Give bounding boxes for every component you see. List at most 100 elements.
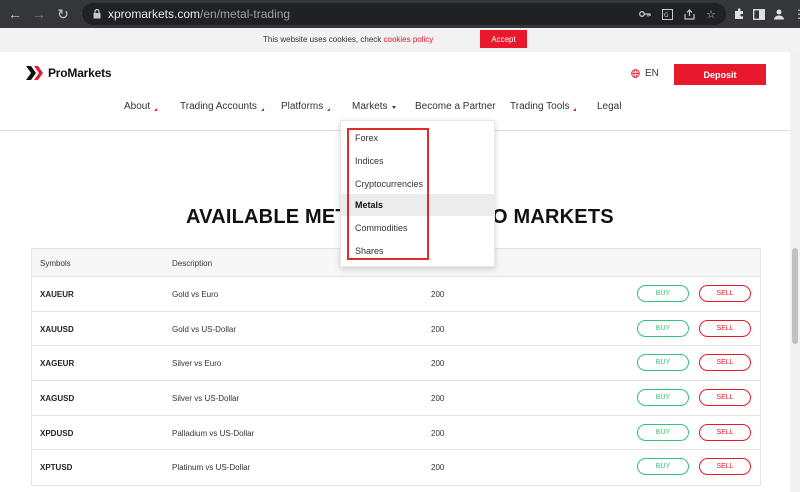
cookie-text: This website uses cookies, check cookies… [263,35,433,44]
leverage-cell: 200 [431,394,445,404]
nav-item-about[interactable]: About [124,101,158,112]
scrollbar-thumb[interactable] [792,248,798,344]
sell-button[interactable]: SELL [699,285,751,302]
translate-icon[interactable]: G [660,7,674,21]
symbol-cell: XAUEUR [40,290,74,299]
markets-dropdown-menu: Forex Indices Cryptocurrencies Metals Co… [340,120,495,267]
table-row: XPTUSD Platinum vs US-Dollar 200 BUY SELL [32,450,760,485]
menu-item-indices[interactable]: Indices [341,150,495,172]
accept-cookies-button[interactable]: Accept [480,30,527,48]
leverage-cell: 200 [431,359,445,369]
nav-item-trading-tools[interactable]: Trading Tools [510,101,577,112]
symbol-cell: XAGUSD [40,394,75,404]
column-header-description: Description [172,259,213,268]
nav-label: Trading Accounts [180,101,257,112]
menu-item-commodities[interactable]: Commodities [341,217,495,239]
forward-icon[interactable]: → [30,5,48,23]
globe-icon [631,69,640,78]
table-row: XAGEUR Silver vs Euro 200 BUY SELL [32,346,760,382]
description-cell: Platinum vs US-Dollar [172,463,251,473]
nav-item-become-a-partner[interactable]: Become a Partner [415,101,496,112]
sell-button[interactable]: SELL [699,458,751,476]
cookies-policy-link[interactable]: cookies policy [384,35,434,44]
symbol-cell: XPTUSD [40,463,73,473]
browser-toolbar: ← → ↻ xpromarkets.com/en/metal-trading G… [0,0,800,28]
nav-label: Markets [352,101,388,112]
nav-label: Trading Tools [510,101,570,112]
dropdown-triangle-icon [154,107,158,111]
extensions-icon[interactable] [732,6,746,22]
url-host: xpromarkets.com [108,7,201,21]
sell-button[interactable]: SELL [699,423,751,441]
table-row: XPDUSD Palladium vs US-Dollar 200 BUY SELL [32,416,760,451]
cookie-message: This website uses cookies, check [263,35,384,44]
table-row: XAUEUR Gold vs Euro 200 BUY SELL [32,277,760,312]
cookie-banner: This website uses cookies, check cookies… [0,28,800,52]
menu-item-metals[interactable]: Metals [341,194,495,216]
nav-item-platforms[interactable]: Platforms [281,101,331,112]
key-icon[interactable] [638,7,652,21]
menu-dots-icon[interactable]: ⋮ [792,6,800,22]
logo[interactable]: ProMarkets [26,66,112,80]
back-icon[interactable]: ← [6,5,24,23]
logo-mark-icon [26,66,43,80]
nav-label: Platforms [281,101,324,112]
column-header-symbols: Symbols [40,259,71,268]
nav-item-trading-accounts[interactable]: Trading Accounts [180,101,264,112]
profile-icon[interactable] [772,6,786,22]
page-title: AVAILABLE META O MARKETS [186,206,614,229]
leverage-cell: 200 [431,463,445,473]
buy-button[interactable]: BUY [637,319,689,337]
buy-button[interactable]: BUY [637,285,689,302]
nav-label: Become a Partner [415,101,496,112]
leverage-cell: 200 [431,324,445,334]
buy-button[interactable]: BUY [637,389,689,407]
metals-table: Symbols Description XAUEUR Gold vs Euro 20… [31,248,761,487]
url-text[interactable]: xpromarkets.com/en/metal-trading [108,7,290,21]
lock-icon[interactable] [92,8,102,20]
sell-button[interactable]: SELL [699,354,751,372]
menu-item-shares[interactable]: Shares [341,240,495,262]
share-icon[interactable] [682,7,696,21]
page-title-left: AVAILABLE META [186,206,362,228]
brand-name: ProMarkets [48,66,112,80]
chevron-down-icon [391,106,396,109]
nav-label: Legal [597,101,622,112]
sell-button[interactable]: SELL [699,389,751,407]
table-row: XAUUSD Gold vs US-Dollar 200 BUY SELL [32,312,760,347]
deposit-button[interactable]: Deposit [674,64,766,85]
symbol-cell: XAUUSD [40,324,74,334]
svg-text:G: G [664,12,669,19]
nav-item-markets[interactable]: Markets [352,101,396,112]
leverage-cell: 200 [431,290,445,299]
language-selector[interactable]: EN [631,68,659,79]
sell-button[interactable]: SELL [699,319,751,337]
nav-label: About [124,101,151,112]
symbol-cell: XAGEUR [40,359,75,369]
description-cell: Gold vs Euro [172,290,219,299]
menu-item-cryptocurrencies[interactable]: Cryptocurrencies [341,173,495,195]
description-cell: Silver vs US-Dollar [172,394,240,404]
main-nav: About Trading Accounts Platforms Markets… [0,101,800,115]
reload-icon[interactable]: ↻ [54,5,72,23]
buy-button[interactable]: BUY [637,423,689,441]
symbol-cell: XPDUSD [40,428,74,438]
address-bar[interactable]: xpromarkets.com/en/metal-trading G ☆ [82,3,726,25]
page-scrollbar[interactable] [790,52,800,492]
dropdown-triangle-icon [260,107,264,111]
menu-item-forex[interactable]: Forex [341,127,495,149]
description-cell: Gold vs US-Dollar [172,324,237,334]
page-title-right: O MARKETS [492,206,614,228]
dropdown-triangle-icon [327,107,331,111]
language-label: EN [645,68,659,79]
leverage-cell: 200 [431,428,445,438]
buy-button[interactable]: BUY [637,458,689,476]
dropdown-triangle-icon [573,107,577,111]
description-cell: Palladium vs US-Dollar [172,428,255,438]
table-row: XAGUSD Silver vs US-Dollar 200 BUY SELL [32,381,760,416]
nav-item-legal[interactable]: Legal [597,101,621,112]
buy-button[interactable]: BUY [637,354,689,372]
sidebar-icon[interactable] [752,6,766,22]
description-cell: Silver vs Euro [172,359,222,369]
bookmark-star-icon[interactable]: ☆ [704,7,718,21]
